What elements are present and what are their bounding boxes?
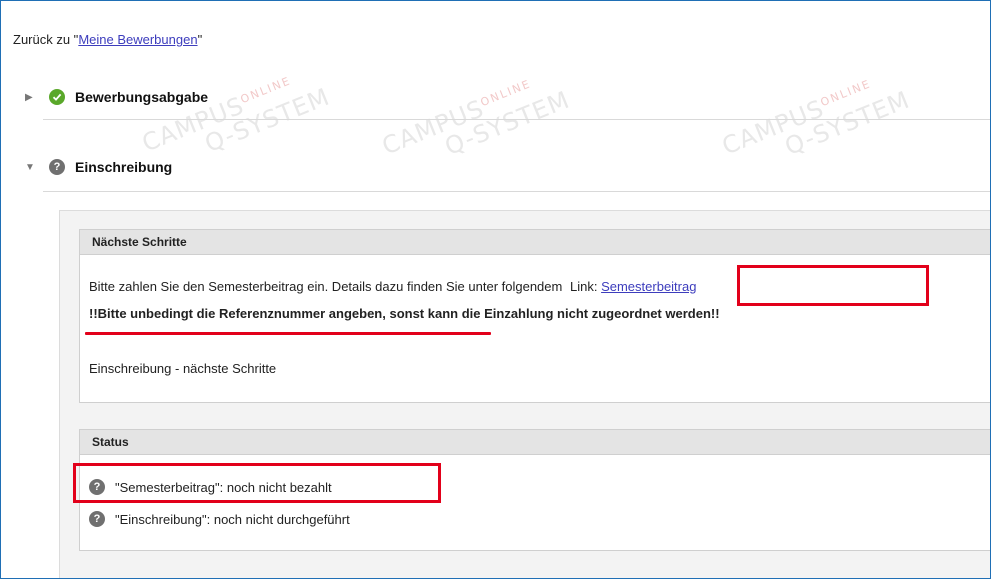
check-icon xyxy=(49,89,65,105)
expand-triangle-icon[interactable]: ▶ xyxy=(25,92,39,103)
next-steps-text: Bitte zahlen Sie den Semesterbeitrag ein… xyxy=(89,279,563,294)
next-steps-heading: Nächste Schritte xyxy=(80,230,990,255)
semesterbeitrag-link[interactable]: Semesterbeitrag xyxy=(601,279,696,294)
status-heading: Status xyxy=(80,430,990,455)
next-steps-sub: Einschreibung - nächste Schritte xyxy=(89,361,277,376)
section-title: Bewerbungsabgabe xyxy=(75,89,209,105)
collapse-triangle-icon[interactable]: ▼ xyxy=(25,162,39,173)
highlight-underline xyxy=(85,332,491,335)
section-bewerbungsabgabe[interactable]: ▶ Bewerbungsabgabe xyxy=(25,77,990,117)
warning-text: !!Bitte unbedingt die Referenznummer ang… xyxy=(89,306,720,321)
link-prefix: Link: xyxy=(569,279,598,294)
next-steps-text-line: Bitte zahlen Sie den Semesterbeitrag ein… xyxy=(89,279,696,294)
back-suffix: " xyxy=(197,32,203,47)
back-prefix: Zurück zu " xyxy=(13,32,79,47)
help-icon: ? xyxy=(49,159,65,175)
meine-bewerbungen-link[interactable]: Meine Bewerbungen xyxy=(78,32,197,47)
highlight-box xyxy=(737,265,929,306)
page-frame: CAMPUSONLINE Q-SYSTEM CAMPUSONLINE Q-SYS… xyxy=(0,0,991,579)
section-einschreibung[interactable]: ▼ ? Einschreibung xyxy=(25,147,990,187)
status-item-text: "Einschreibung": noch nicht durchgeführt xyxy=(115,511,350,527)
help-icon: ? xyxy=(89,511,105,527)
divider xyxy=(43,191,990,192)
status-item: ? "Einschreibung": noch nicht durchgefüh… xyxy=(89,511,350,527)
back-link-row: Zurück zu "Meine Bewerbungen" xyxy=(13,32,202,47)
section-title: Einschreibung xyxy=(75,159,173,175)
divider xyxy=(43,119,990,120)
highlight-box xyxy=(73,463,441,503)
